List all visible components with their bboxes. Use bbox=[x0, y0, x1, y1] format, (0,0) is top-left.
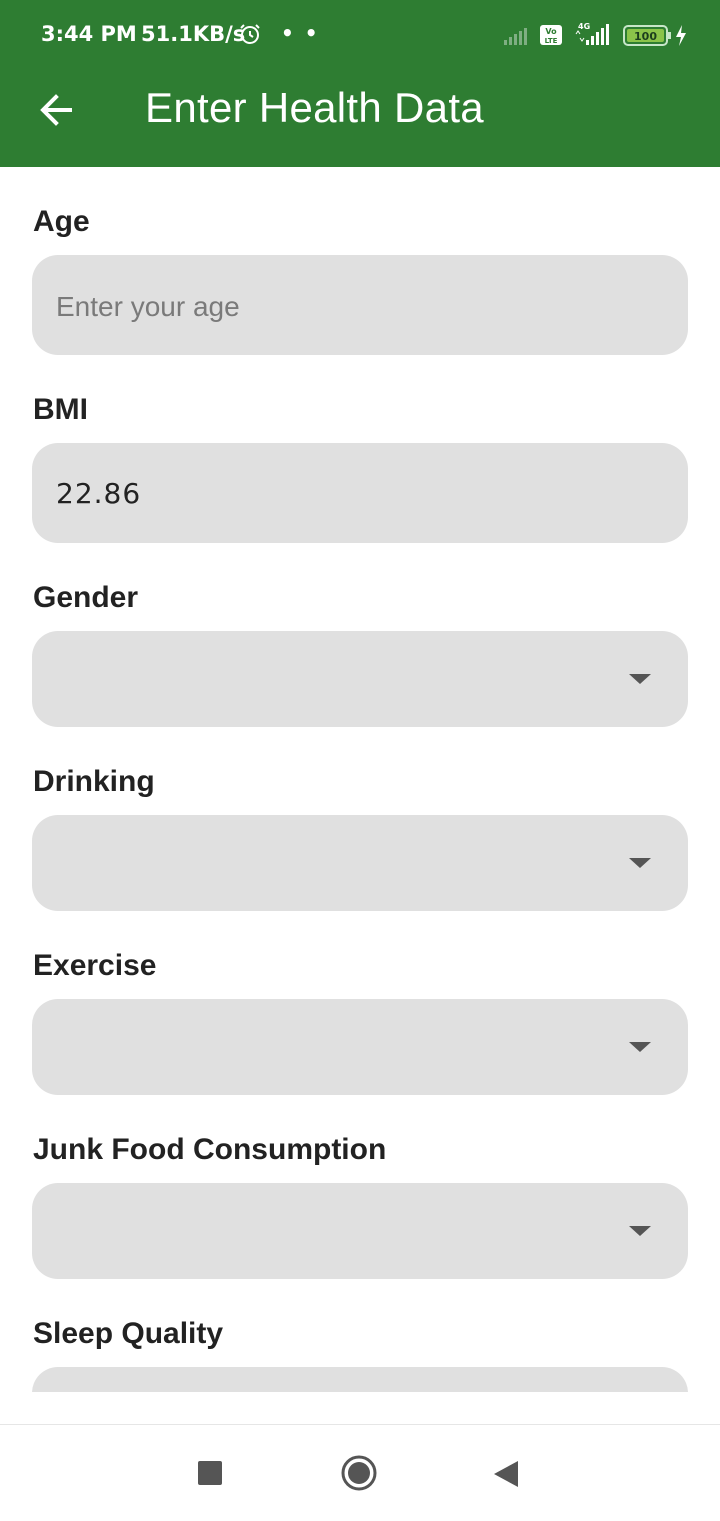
svg-text:100: 100 bbox=[634, 30, 657, 43]
status-bar: 3:44 PM 51.1KB/s • • Vo LTE 4G 100 bbox=[0, 0, 720, 70]
svg-text:Vo: Vo bbox=[545, 27, 557, 36]
battery-icon: 100 bbox=[623, 25, 671, 46]
bmi-label: BMI bbox=[33, 393, 88, 426]
lightning-icon bbox=[676, 25, 686, 46]
triangle-back-icon[interactable] bbox=[493, 1460, 519, 1488]
exercise-dropdown[interactable] bbox=[32, 999, 688, 1095]
status-time: 3:44 PM bbox=[41, 22, 137, 46]
status-network-speed: 51.1KB/s bbox=[141, 22, 246, 46]
notification-dots: • • bbox=[281, 21, 320, 45]
bmi-input[interactable]: 22.86 bbox=[32, 443, 688, 543]
chevron-down-icon bbox=[629, 1042, 651, 1052]
signal-4g-icon: 4G bbox=[575, 22, 609, 45]
drinking-label: Drinking bbox=[33, 765, 155, 798]
drinking-dropdown[interactable] bbox=[32, 815, 688, 911]
svg-text:4G: 4G bbox=[578, 22, 590, 31]
chevron-down-icon bbox=[629, 674, 651, 684]
age-input[interactable]: Enter your age bbox=[32, 255, 688, 355]
chevron-down-icon bbox=[629, 1226, 651, 1236]
arrow-back-icon bbox=[40, 94, 72, 126]
svg-text:LTE: LTE bbox=[545, 37, 558, 45]
exercise-label: Exercise bbox=[33, 949, 157, 982]
square-icon[interactable] bbox=[198, 1461, 222, 1485]
gender-dropdown[interactable] bbox=[32, 631, 688, 727]
app-bar: 3:44 PM 51.1KB/s • • Vo LTE 4G 100 Enter… bbox=[0, 0, 720, 167]
volte-icon: Vo LTE bbox=[540, 25, 562, 45]
system-nav-bar bbox=[0, 1424, 720, 1521]
age-placeholder: Enter your age bbox=[56, 291, 240, 322]
junk-food-dropdown[interactable] bbox=[32, 1183, 688, 1279]
gender-label: Gender bbox=[33, 581, 139, 614]
back-button[interactable] bbox=[24, 78, 88, 142]
age-label: Age bbox=[33, 205, 90, 238]
health-form: Age Enter your age BMI 22.86 Gender Drin… bbox=[0, 167, 720, 1392]
sleep-quality-label: Sleep Quality bbox=[33, 1317, 224, 1350]
signal-weak-icon bbox=[504, 28, 527, 45]
junk-food-label: Junk Food Consumption bbox=[33, 1133, 387, 1166]
bmi-value: 22.86 bbox=[56, 477, 142, 510]
chevron-down-icon bbox=[629, 858, 651, 868]
circle-icon[interactable] bbox=[340, 1454, 378, 1492]
alarm-clock-icon bbox=[240, 24, 260, 44]
sleep-quality-dropdown[interactable] bbox=[32, 1367, 688, 1392]
page-title: Enter Health Data bbox=[145, 84, 484, 131]
status-icons: Vo LTE 4G 100 bbox=[504, 22, 686, 46]
